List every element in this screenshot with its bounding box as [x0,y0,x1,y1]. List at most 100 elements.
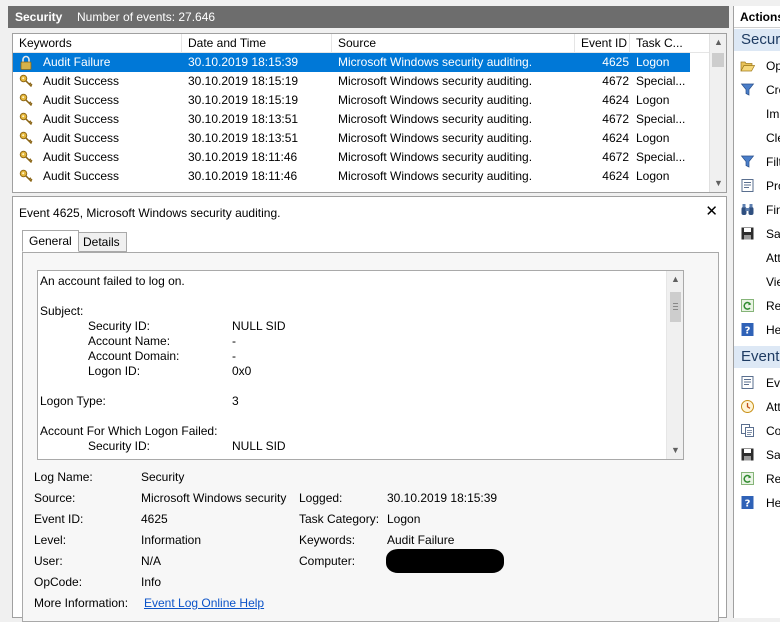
user-value: N/A [141,554,162,568]
action-item[interactable]: ? He [734,491,780,515]
action-item[interactable]: Att [734,246,780,270]
logon-type-value: 3 [232,394,239,408]
key-icon [19,93,33,108]
action-item[interactable]: Att [734,395,780,419]
column-header-date-time[interactable]: Date and Time [182,34,332,53]
event-row[interactable]: Audit Success 30.10.2019 18:15:19 Microsof… [13,72,709,91]
action-item[interactable]: Vie [734,270,780,294]
action-item[interactable]: Co [734,419,780,443]
refresh-icon [740,471,755,486]
keyword-cell: Audit Success [43,112,120,126]
action-item-label: Fin [766,203,780,217]
action-item[interactable]: Fin [734,198,780,222]
task-category-cell: Logon [636,169,670,183]
date-time-cell: 30.10.2019 18:15:39 [188,55,299,69]
keywords-label: Keywords: [299,533,356,547]
properties-icon [740,178,755,193]
event-row[interactable]: Audit Success 30.10.2019 18:13:51 Microsof… [13,129,709,148]
save-icon [740,447,755,462]
date-time-cell: 30.10.2019 18:11:46 [188,150,298,164]
details-title: Event 4625, Microsoft Windows security a… [19,206,281,220]
action-item[interactable]: Filt [734,150,780,174]
close-icon[interactable]: ✕ [705,202,718,220]
date-time-cell: 30.10.2019 18:11:46 [188,169,298,183]
description-scrollbar[interactable]: ▲ ▼ [666,271,683,459]
security-id-value: NULL SID [232,319,286,333]
action-item[interactable]: Ref [734,467,780,491]
event-id-cell: 4624 [602,93,629,107]
actions-section-header[interactable]: Securi [734,29,780,51]
actions-section-header[interactable]: Event [734,346,780,368]
scroll-up-arrow-icon[interactable]: ▲ [667,271,683,288]
actions-pane: Actions Securi Op Cre Im Cle Filt Pro Fin Sav Att… [733,6,780,618]
action-item-label: Att [766,251,780,265]
keyword-cell: Audit Success [43,131,120,145]
event-row[interactable]: Audit Success 30.10.2019 18:11:46 Microsof… [13,167,709,186]
date-time-cell: 30.10.2019 18:13:51 [188,112,299,126]
scroll-thumb[interactable] [712,53,724,67]
opcode-value: Info [141,575,162,589]
events-scrollbar[interactable]: ▲ ▼ [709,34,726,192]
help-icon: ? [740,322,755,337]
action-item[interactable]: Im [734,102,780,126]
action-item-label: He [766,323,780,337]
task-icon [740,399,755,414]
action-item[interactable]: Ref [734,294,780,318]
action-item-label: Vie [766,275,780,289]
source-cell: Microsoft Windows security auditing. [338,112,533,126]
keyword-cell: Audit Success [43,74,120,88]
properties-icon [740,375,755,390]
svg-text:?: ? [745,499,751,510]
level-value: Information [141,533,202,547]
account-domain-value: - [232,349,236,363]
log-title: Security [15,10,63,24]
task-category-cell: Special... [636,112,686,126]
keyword-cell: Audit Failure [43,55,111,69]
date-time-cell: 30.10.2019 18:15:19 [188,93,299,107]
action-item[interactable]: Sav [734,443,780,467]
logon-type-label: Logon Type: [40,394,106,408]
keyword-cell: Audit Success [43,93,120,107]
svg-text:?: ? [745,326,751,337]
logged-value: 30.10.2019 18:15:39 [387,491,498,505]
event-log-online-help-link[interactable]: Event Log Online Help [144,596,264,610]
task-category-cell: Logon [636,93,670,107]
event-row[interactable]: Audit Failure 30.10.2019 18:15:39 Microsof… [13,53,690,72]
task-category-cell: Special... [636,74,686,88]
event-row[interactable]: Audit Success 30.10.2019 18:15:19 Microsof… [13,91,709,110]
source-cell: Microsoft Windows security auditing. [338,55,533,69]
scroll-down-arrow-icon[interactable]: ▼ [710,175,727,192]
scroll-down-arrow-icon[interactable]: ▼ [667,442,683,459]
grid-header: Keywords Date and Time Source Event ID T… [13,34,709,53]
tab-details[interactable]: Details [76,232,127,252]
lock-icon [19,55,33,70]
event-description-box[interactable]: An account failed to log on. Subject: Se… [37,270,684,460]
action-item[interactable]: Sav [734,222,780,246]
event-row[interactable]: Audit Success 30.10.2019 18:11:46 Microsof… [13,148,709,167]
source-cell: Microsoft Windows security auditing. [338,74,533,88]
scroll-thumb[interactable] [670,292,681,322]
source-value: Microsoft Windows security [141,491,287,505]
action-item[interactable]: ? He [734,318,780,342]
level-label: Level: [34,533,67,547]
event-id-cell: 4672 [602,112,629,126]
column-header-event-id[interactable]: Event ID [575,34,630,53]
action-item-label: Cle [766,131,780,145]
action-item[interactable]: Pro [734,174,780,198]
action-item-label: Ref [766,299,780,313]
event-id-cell: 4624 [602,131,629,145]
key-icon [19,74,33,89]
column-header-task-category[interactable]: Task C... [630,34,690,53]
action-item[interactable]: Op [734,54,780,78]
action-item[interactable]: Eve [734,371,780,395]
action-item[interactable]: Cre [734,78,780,102]
event-id-cell: 4624 [602,169,629,183]
column-header-source[interactable]: Source [332,34,575,53]
source-cell: Microsoft Windows security auditing. [338,150,533,164]
help-icon: ? [740,495,755,510]
column-header-keywords[interactable]: Keywords [13,34,182,53]
tab-general[interactable]: General [22,230,79,252]
scroll-up-arrow-icon[interactable]: ▲ [710,34,727,51]
action-item[interactable]: Cle [734,126,780,150]
event-row[interactable]: Audit Success 30.10.2019 18:13:51 Microsof… [13,110,709,129]
